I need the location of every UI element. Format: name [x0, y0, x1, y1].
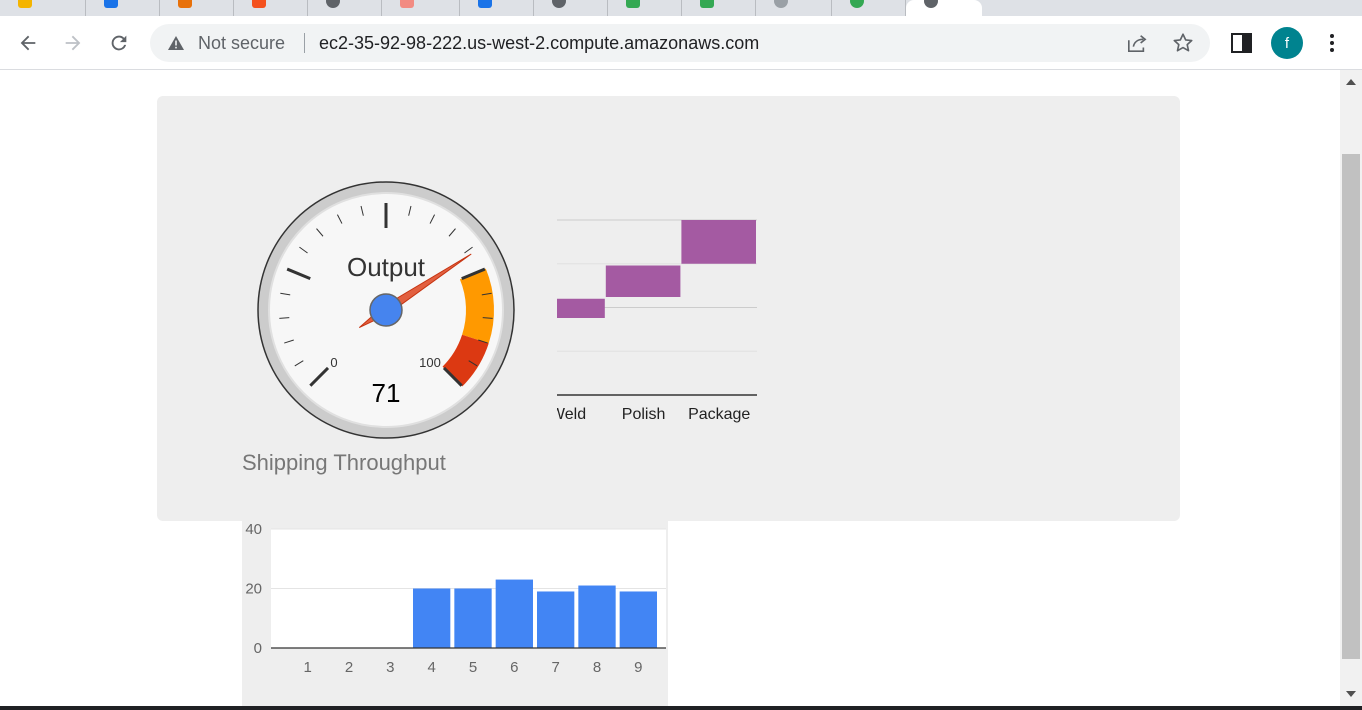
- tab-favicon-icon: [552, 0, 566, 8]
- tab-favicon-icon: [478, 0, 492, 8]
- scroll-down-icon[interactable]: [1345, 690, 1357, 698]
- bar-x-tick-label: 3: [386, 659, 394, 676]
- step-bar-weld: [557, 298, 605, 318]
- warning-icon: [168, 36, 184, 50]
- bar-x-tick-label: 8: [593, 659, 601, 676]
- reload-button[interactable]: [104, 28, 134, 58]
- vertical-scrollbar[interactable]: [1340, 70, 1362, 710]
- bar-5: [454, 588, 492, 648]
- tab-favicon-icon: [626, 0, 640, 8]
- bar-x-tick-label: 9: [634, 659, 642, 676]
- browser-toolbar: Not secure ec2-35-92-98-222.us-west-2.co…: [0, 16, 1362, 70]
- tab-12[interactable]: [832, 0, 906, 16]
- bar-6: [495, 579, 533, 648]
- bar-4: [413, 588, 451, 648]
- tab-favicon-icon: [400, 0, 414, 8]
- omnibox-divider: [304, 33, 305, 53]
- tab-2[interactable]: [86, 0, 160, 16]
- forward-button[interactable]: [58, 28, 88, 58]
- reload-icon: [111, 35, 127, 51]
- output-gauge: Output 0 100 71: [257, 181, 515, 439]
- tab-4[interactable]: [234, 0, 308, 16]
- step-x-tick-label: Polish: [622, 406, 666, 423]
- tab-favicon-icon: [178, 0, 192, 8]
- tab-favicon-icon: [104, 0, 118, 8]
- tab-favicon-icon: [924, 0, 938, 8]
- side-panel-icon[interactable]: [1231, 33, 1252, 53]
- tab-active[interactable]: [906, 0, 982, 16]
- tab-9[interactable]: [608, 0, 682, 16]
- share-icon[interactable]: [1126, 33, 1148, 53]
- bar-y-tick-label: 0: [254, 640, 262, 657]
- tab-8[interactable]: [534, 0, 608, 16]
- tab-favicon-icon: [850, 0, 864, 8]
- bar-x-tick-label: 6: [510, 659, 518, 676]
- step-bar-polish: [605, 265, 681, 297]
- dashboard-panel: Output 0 100 71 Shipping Throughput 0501…: [157, 96, 1180, 521]
- bar-x-tick-label: 2: [345, 659, 353, 676]
- tab-favicon-icon: [18, 0, 32, 8]
- tab-favicon-icon: [700, 0, 714, 8]
- bar-8: [578, 585, 616, 648]
- tab-7[interactable]: [460, 0, 534, 16]
- bar-y-tick-label: 20: [245, 581, 262, 598]
- tab-favicon-icon: [774, 0, 788, 8]
- bar-9: [619, 591, 657, 648]
- gauge-value: 71: [372, 378, 401, 408]
- page-viewport: Output 0 100 71 Shipping Throughput 0 5 0 1…: [0, 70, 1340, 710]
- step-x-tick-label: Package: [688, 406, 750, 423]
- scroll-up-icon[interactable]: [1345, 78, 1357, 86]
- tab-10[interactable]: [682, 0, 756, 16]
- gauge-max-label: 100: [419, 355, 441, 370]
- bar-chart: 0 20 40 1 2 3 4 5 6 7 8 9: [245, 521, 666, 676]
- tab-favicon-icon: [326, 0, 340, 8]
- bar-chart-card: 0 20 40 1 2 3 4 5 6 7 8 9: [242, 521, 668, 710]
- bar-y-tick-label: 40: [245, 521, 262, 538]
- gauge-min-label: 0: [330, 355, 337, 370]
- tab-11[interactable]: [756, 0, 832, 16]
- step-bar-package: [681, 220, 756, 264]
- star-icon[interactable]: [1172, 32, 1194, 54]
- address-bar[interactable]: Not secure ec2-35-92-98-222.us-west-2.co…: [150, 24, 1210, 62]
- bar-7: [537, 591, 575, 648]
- tab-6[interactable]: [382, 0, 460, 16]
- profile-avatar[interactable]: f: [1271, 27, 1303, 59]
- tab-5[interactable]: [308, 0, 382, 16]
- tab-1[interactable]: [0, 0, 86, 16]
- tab-favicon-icon: [252, 0, 266, 8]
- bar-x-tick-label: 7: [551, 659, 559, 676]
- process-step-chart: 050100ExtrudeCutWeldPolishPackage: [557, 219, 757, 423]
- tab-strip: [0, 0, 1362, 16]
- arrow-left-icon: [20, 35, 36, 51]
- window-bottom-edge: [0, 706, 1362, 710]
- tab-3[interactable]: [160, 0, 234, 16]
- more-vertical-icon[interactable]: [1322, 33, 1342, 53]
- bar-x-tick-label: 1: [303, 659, 311, 676]
- arrow-right-icon: [65, 35, 81, 51]
- gauge-hub: [369, 293, 403, 327]
- gauge-caption: Shipping Throughput: [242, 450, 446, 475]
- url-text[interactable]: ec2-35-92-98-222.us-west-2.compute.amazo…: [319, 24, 759, 62]
- security-label[interactable]: Not secure: [198, 24, 285, 62]
- bar-x-tick-label: 4: [427, 659, 435, 676]
- gauge-title: Output: [347, 252, 426, 282]
- step-x-tick-label: Weld: [557, 406, 586, 423]
- scroll-thumb[interactable]: [1342, 154, 1360, 659]
- bar-x-tick-label: 5: [469, 659, 477, 676]
- back-button[interactable]: [13, 28, 43, 58]
